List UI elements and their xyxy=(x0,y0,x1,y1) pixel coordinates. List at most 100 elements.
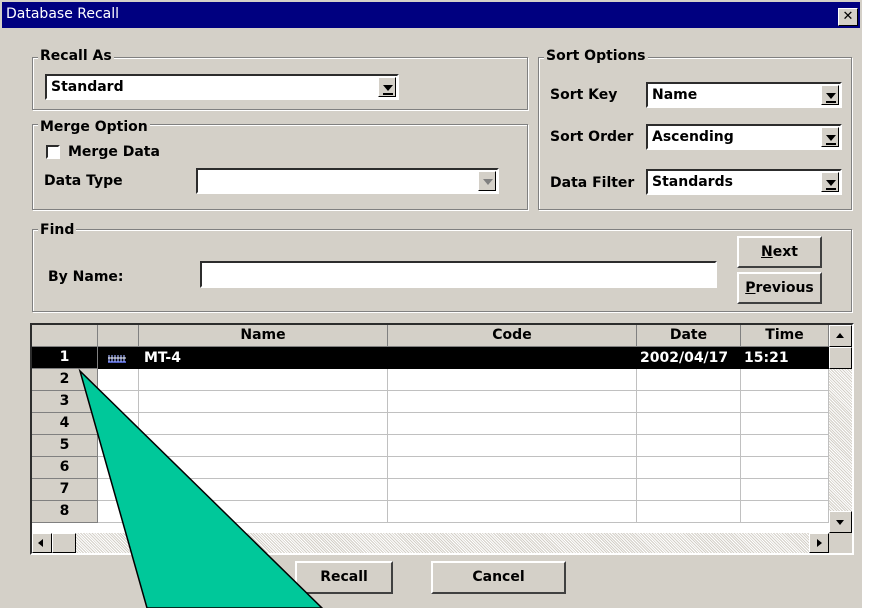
row-number-label: 8 xyxy=(59,503,70,519)
table-cell[interactable] xyxy=(741,369,829,391)
table-cell[interactable] xyxy=(637,413,741,435)
table-cell[interactable] xyxy=(388,457,637,479)
row-number-label: 6 xyxy=(59,459,70,475)
table-cell[interactable] xyxy=(98,369,139,391)
row-number-6[interactable]: 6 xyxy=(32,457,98,479)
window-title: Database Recall xyxy=(6,6,120,22)
recall-as-legend: Recall As xyxy=(38,48,114,64)
row-number-1[interactable]: 1 xyxy=(32,347,98,369)
table-cell[interactable] xyxy=(139,391,388,413)
row-number-label: 7 xyxy=(59,481,70,497)
table-cell[interactable] xyxy=(139,501,388,523)
table-cell[interactable] xyxy=(741,457,829,479)
table-cell[interactable] xyxy=(637,457,741,479)
table-cell[interactable] xyxy=(388,391,637,413)
standard-record-icon xyxy=(106,352,128,365)
table-cell[interactable] xyxy=(741,391,829,413)
recall-as-select[interactable]: Standard xyxy=(45,74,399,100)
row-number-8[interactable]: 8 xyxy=(32,501,98,523)
next-button[interactable]: Next xyxy=(737,236,822,268)
table-cell[interactable] xyxy=(388,435,637,457)
row-number-label: 4 xyxy=(59,415,70,431)
table-cell[interactable] xyxy=(98,413,139,435)
horizontal-scrollbar[interactable] xyxy=(32,533,829,553)
time-column-header[interactable]: Time xyxy=(741,325,829,347)
arrow-right-icon xyxy=(817,539,822,547)
name-column-header[interactable]: Name xyxy=(139,325,388,347)
title-bar[interactable]: Database Recall ✕ xyxy=(2,2,860,28)
table-cell[interactable] xyxy=(139,369,388,391)
recall-as-dropdown-button[interactable] xyxy=(378,77,396,97)
table-cell[interactable] xyxy=(98,501,139,523)
find-legend: Find xyxy=(38,222,77,238)
table-cell[interactable] xyxy=(741,501,829,523)
table-cell[interactable] xyxy=(637,435,741,457)
table-cell[interactable] xyxy=(637,479,741,501)
table-cell[interactable] xyxy=(741,479,829,501)
grid-corner-header[interactable] xyxy=(32,325,98,347)
merge-data-label[interactable]: Merge Data xyxy=(68,143,160,161)
sort-order-select[interactable]: Ascending xyxy=(646,124,842,150)
cancel-button-label: Cancel xyxy=(472,569,525,585)
cancel-button[interactable]: Cancel xyxy=(431,561,566,594)
arrow-down-icon xyxy=(836,520,844,525)
scroll-corner xyxy=(829,533,852,553)
table-cell[interactable] xyxy=(139,413,388,435)
merge-data-checkbox[interactable] xyxy=(46,145,60,159)
icon-column-header[interactable] xyxy=(98,325,139,347)
code-header-label: Code xyxy=(492,327,532,343)
sort-key-dropdown-button[interactable] xyxy=(821,85,839,105)
sort-order-dropdown-button[interactable] xyxy=(821,127,839,147)
row-number-3[interactable]: 3 xyxy=(32,391,98,413)
table-cell[interactable] xyxy=(98,457,139,479)
recall-as-value: Standard xyxy=(51,79,124,95)
dropdown-underline xyxy=(826,143,836,145)
sort-order-label: Sort Order xyxy=(550,129,634,145)
table-cell[interactable] xyxy=(388,501,637,523)
row-number-2[interactable]: 2 xyxy=(32,369,98,391)
table-cell[interactable] xyxy=(98,435,139,457)
row-number-7[interactable]: 7 xyxy=(32,479,98,501)
row-1-name: MT-4 xyxy=(144,350,181,366)
sort-key-label: Sort Key xyxy=(550,87,618,103)
table-cell[interactable] xyxy=(98,391,139,413)
table-cell[interactable] xyxy=(637,391,741,413)
row-number-4[interactable]: 4 xyxy=(32,413,98,435)
table-cell[interactable] xyxy=(388,413,637,435)
dropdown-underline xyxy=(826,101,836,103)
scroll-right-button[interactable] xyxy=(809,533,829,553)
table-cell[interactable] xyxy=(741,435,829,457)
data-type-dropdown-button[interactable] xyxy=(478,171,496,191)
recall-button[interactable]: Recall xyxy=(295,561,393,594)
arrow-up-icon xyxy=(836,333,844,338)
row-1-time: 15:21 xyxy=(744,350,789,366)
vertical-scroll-thumb[interactable] xyxy=(829,347,852,369)
table-cell[interactable] xyxy=(139,457,388,479)
table-cell[interactable] xyxy=(741,413,829,435)
scroll-down-button[interactable] xyxy=(829,511,852,533)
table-cell[interactable] xyxy=(139,479,388,501)
records-grid[interactable]: Name Code Date Time 1 MT-4 2002/04/17 15… xyxy=(30,323,854,555)
date-column-header[interactable]: Date xyxy=(637,325,741,347)
previous-button[interactable]: Previous xyxy=(737,272,822,304)
scroll-left-button[interactable] xyxy=(32,533,52,553)
by-name-input[interactable] xyxy=(200,261,717,288)
data-type-select[interactable] xyxy=(196,168,499,194)
close-icon: ✕ xyxy=(842,9,854,24)
data-filter-select[interactable]: Standards xyxy=(646,169,842,195)
table-cell[interactable] xyxy=(98,479,139,501)
data-filter-dropdown-button[interactable] xyxy=(821,172,839,192)
code-column-header[interactable]: Code xyxy=(388,325,637,347)
table-cell[interactable] xyxy=(637,501,741,523)
scroll-up-button[interactable] xyxy=(829,325,852,347)
close-button[interactable]: ✕ xyxy=(838,8,858,26)
sort-key-select[interactable]: Name xyxy=(646,82,842,108)
table-cell[interactable] xyxy=(139,435,388,457)
table-cell[interactable] xyxy=(388,479,637,501)
row-number-label: 5 xyxy=(59,437,70,453)
recall-button-label: Recall xyxy=(320,569,368,585)
table-cell[interactable] xyxy=(388,369,637,391)
row-number-5[interactable]: 5 xyxy=(32,435,98,457)
horizontal-scroll-thumb[interactable] xyxy=(52,533,76,553)
table-cell[interactable] xyxy=(637,369,741,391)
